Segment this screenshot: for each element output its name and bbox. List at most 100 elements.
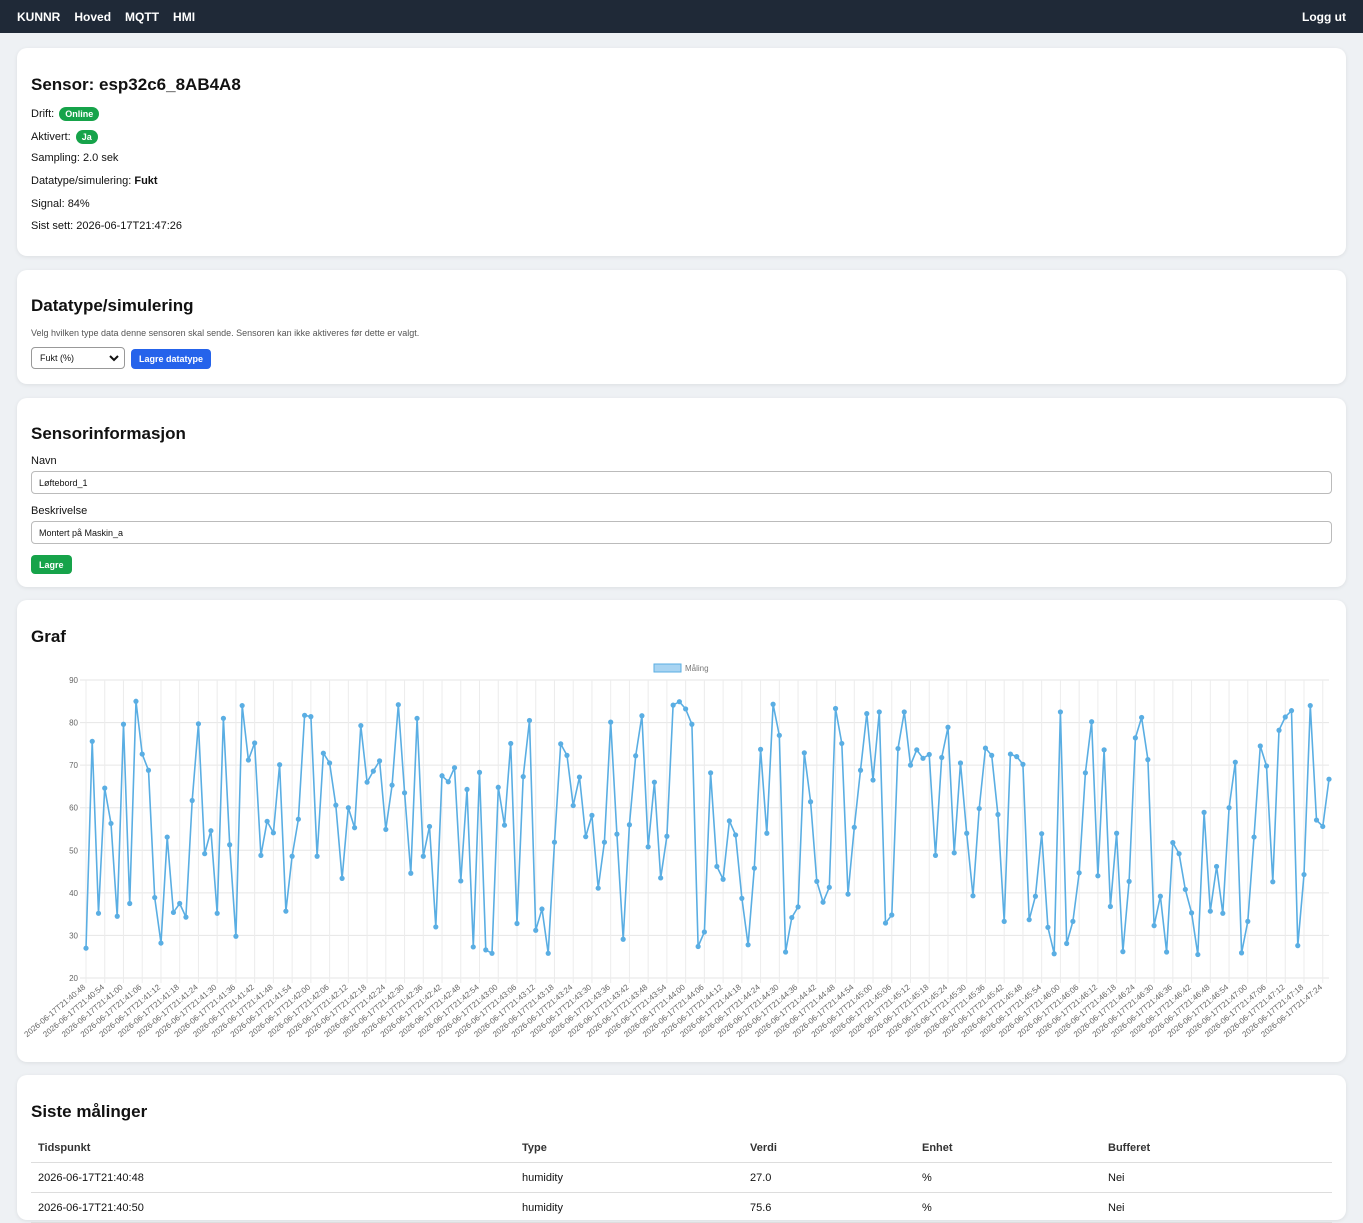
data-point (670, 702, 676, 708)
data-point (595, 885, 601, 891)
data-point (514, 920, 520, 927)
data-point (1170, 840, 1176, 846)
datatype-help-text: Velg hvilken type data denne sensoren sk… (31, 328, 420, 338)
data-point (608, 719, 614, 725)
line-chart: 20304050607080902026-06-17T21:40:482026-… (23, 663, 1332, 1039)
sensor-info-title: Sensorinformasjon (31, 424, 186, 443)
data-point (964, 830, 970, 836)
datatype-select[interactable]: Fukt (%) (31, 347, 125, 369)
data-point (1295, 943, 1301, 949)
header-tidspunkt: Tidspunkt (38, 1142, 91, 1154)
data-point (1182, 886, 1188, 893)
data-point (133, 698, 139, 704)
data-point (539, 906, 545, 912)
data-point (214, 910, 220, 916)
data-point (258, 852, 264, 858)
data-point (1320, 823, 1326, 830)
data-point (1207, 908, 1213, 914)
data-point (826, 884, 832, 890)
cell-type: humidity (522, 1172, 563, 1184)
logout-link[interactable]: Logg ut (1302, 10, 1346, 24)
data-point (1057, 709, 1064, 715)
data-point (501, 822, 508, 828)
data-point (127, 900, 133, 907)
name-input[interactable]: Løftebord_1 (31, 471, 1332, 494)
data-point (970, 893, 976, 899)
data-point (376, 758, 383, 764)
data-point (1157, 893, 1163, 899)
sensor-card: Sensor: esp32c6_8AB4A8 Drift: Online Akt… (17, 48, 1346, 256)
description-input[interactable]: Montert på Maskin_a (31, 521, 1332, 544)
data-point (845, 891, 851, 897)
data-point (470, 944, 476, 950)
data-point (1263, 763, 1270, 769)
data-point (476, 769, 483, 775)
data-point (420, 853, 426, 859)
legend-label: Måling (685, 664, 709, 673)
nav-link-mqtt[interactable]: MQTT (125, 10, 159, 24)
data-point (170, 909, 177, 916)
data-point (152, 894, 158, 901)
data-point (526, 717, 533, 724)
data-point (202, 851, 208, 857)
data-point (1007, 751, 1014, 757)
data-point (158, 940, 164, 946)
data-point (795, 904, 801, 910)
data-point (145, 767, 152, 773)
data-point (1039, 831, 1045, 837)
data-point (614, 831, 620, 837)
brand-logo[interactable]: KUNNR (17, 10, 60, 24)
data-point (951, 850, 957, 856)
data-point (177, 900, 183, 907)
data-point (508, 740, 514, 747)
data-point (895, 745, 901, 752)
legend-swatch (653, 663, 682, 673)
data-point (1120, 949, 1126, 955)
signal-text: Signal: 84% (31, 198, 90, 210)
data-point (570, 802, 576, 809)
data-point (807, 799, 814, 805)
last-seen-text: Sist sett: 2026-06-17T21:47:26 (31, 220, 183, 232)
data-point (520, 774, 526, 780)
measurements-card: Siste målinger Tidspunkt Type Verdi Enhe… (17, 1075, 1346, 1223)
data-point (982, 745, 989, 751)
data-point (370, 768, 376, 774)
data-point (789, 914, 795, 921)
nav-link-hoved[interactable]: Hoved (74, 10, 111, 24)
data-point (264, 818, 270, 824)
data-point (1132, 735, 1138, 741)
data-point (820, 899, 826, 905)
table-header-row: Tidspunkt Type Verdi Enhet Bufferet (31, 1133, 1332, 1163)
nav-link-hmi[interactable]: HMI (173, 10, 195, 24)
data-point (426, 823, 433, 830)
data-point (926, 751, 932, 758)
data-point (1276, 727, 1282, 733)
data-point (1076, 870, 1082, 876)
data-point (245, 757, 252, 763)
data-point (851, 824, 857, 830)
data-point (708, 770, 714, 776)
data-point (664, 833, 670, 839)
data-point (533, 927, 539, 933)
data-point (1188, 910, 1195, 916)
data-point (551, 839, 558, 845)
data-point (1288, 708, 1295, 714)
save-datatype-button[interactable]: Lagre datatype (131, 349, 212, 369)
data-point (745, 942, 751, 948)
data-point (601, 839, 608, 845)
data-point (839, 740, 845, 747)
chevron-down-icon (109, 355, 119, 362)
data-point (1195, 951, 1201, 958)
cell-bufferet: Nei (1108, 1172, 1125, 1184)
data-point (1020, 761, 1026, 767)
data-point (1051, 951, 1057, 957)
save-info-button[interactable]: Lagre (31, 555, 72, 574)
cell-bufferet: Nei (1108, 1202, 1125, 1214)
data-point (626, 822, 633, 828)
cell-enhet: % (922, 1202, 932, 1214)
data-point (383, 826, 389, 833)
data-point (633, 753, 639, 759)
data-point (83, 945, 89, 951)
data-point (1238, 950, 1245, 956)
data-point (358, 722, 364, 729)
